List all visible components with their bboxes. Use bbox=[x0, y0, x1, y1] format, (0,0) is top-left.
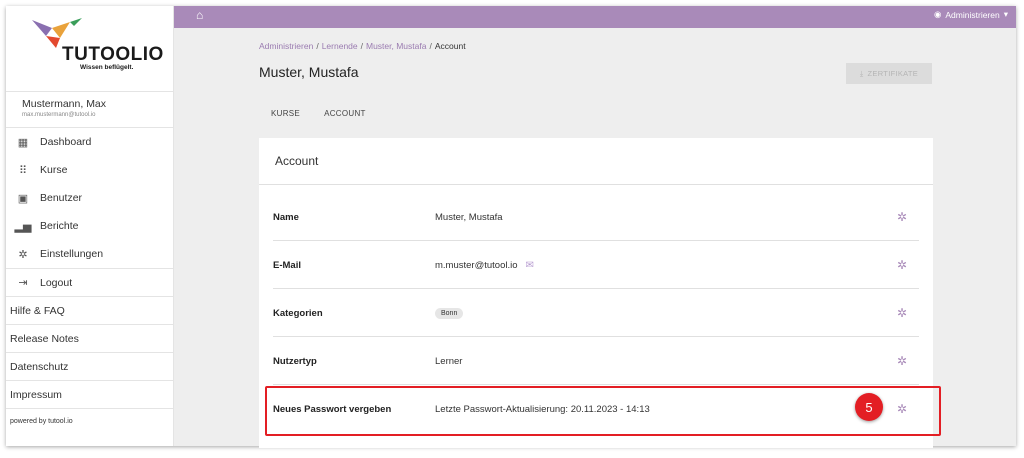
sidebar-item-kurse[interactable]: ⠿ Kurse bbox=[6, 156, 173, 184]
name-value: Muster, Mustafa bbox=[435, 211, 503, 223]
certificates-button[interactable]: ⤓ ZERTIFIKATE bbox=[846, 63, 932, 84]
row-label: E-Mail bbox=[273, 259, 301, 271]
row-label: Kategorien bbox=[273, 307, 323, 319]
powered-by[interactable]: powered by tutool.io bbox=[6, 408, 173, 434]
link-help-faq[interactable]: Hilfe & FAQ bbox=[6, 296, 173, 324]
tabs: KURSE ACCOUNT bbox=[259, 109, 378, 118]
tab-kurse[interactable]: KURSE bbox=[259, 109, 312, 118]
brand-name: TUTOOLIO bbox=[62, 44, 164, 65]
card-title: Account bbox=[259, 138, 933, 185]
gear-icon[interactable]: ✲ bbox=[897, 306, 907, 320]
role-switcher[interactable]: ◉ Administrieren ▾ bbox=[934, 9, 1008, 20]
gear-icon[interactable]: ✲ bbox=[897, 354, 907, 368]
user-email: max.mustermann@tutool.io bbox=[22, 112, 96, 118]
breadcrumb: Administrieren / Lernende / Muster, Mustafa /… bbox=[259, 41, 466, 51]
eye-icon: ◉ bbox=[933, 9, 942, 19]
bar-chart-icon: ▂▅ bbox=[14, 220, 32, 233]
user-info[interactable]: Mustermann, Max max.mustermann@tutool.io bbox=[6, 92, 173, 128]
logo[interactable]: TUTOOLIO Wissen beflügelt. bbox=[6, 6, 173, 92]
gear-icon: ✲ bbox=[18, 248, 28, 261]
row-value: Muster, Mustafa bbox=[435, 212, 503, 223]
sidebar-item-einstellungen[interactable]: ✲ Einstellungen bbox=[6, 240, 173, 268]
certificates-label: ZERTIFIKATE bbox=[867, 69, 919, 78]
sidebar-item-label: Berichte bbox=[40, 220, 79, 232]
row-nutzertyp: Nutzertyp Lerner ✲ bbox=[273, 338, 919, 385]
email-value: m.muster@tutool.io bbox=[435, 259, 518, 271]
link-release-notes[interactable]: Release Notes bbox=[6, 324, 173, 352]
page-title: Muster, Mustafa bbox=[259, 64, 359, 80]
envelope-icon[interactable]: ✉ bbox=[526, 260, 534, 271]
breadcrumb-item[interactable]: Muster, Mustafa bbox=[366, 41, 426, 51]
dashboard-icon: ▦ bbox=[17, 136, 29, 149]
sidebar-item-benutzer[interactable]: ▣ Benutzer bbox=[6, 184, 173, 212]
sidebar-item-logout[interactable]: ⇥ Logout bbox=[6, 268, 173, 296]
category-chip: Bonn bbox=[435, 307, 464, 319]
link-impressum[interactable]: Impressum bbox=[6, 380, 173, 408]
row-name: Name Muster, Mustafa ✲ bbox=[273, 194, 919, 241]
row-label: Nutzertyp bbox=[273, 355, 317, 367]
download-icon: ⤓ bbox=[859, 68, 864, 78]
gear-icon[interactable]: ✲ bbox=[897, 210, 907, 224]
tab-account[interactable]: ACCOUNT bbox=[312, 109, 378, 118]
brand-tagline: Wissen beflügelt. bbox=[80, 64, 134, 71]
row-kategorien: Kategorien Bonn ✲ bbox=[273, 290, 919, 337]
gear-icon[interactable]: ✲ bbox=[897, 258, 907, 272]
row-label: Name bbox=[273, 211, 299, 223]
sidebar-item-label: Kurse bbox=[40, 164, 68, 176]
user-icon: ▣ bbox=[17, 192, 29, 205]
row-value: Lerner bbox=[435, 356, 462, 367]
sidebar-item-label: Logout bbox=[40, 276, 73, 289]
sidebar-item-label: Benutzer bbox=[40, 192, 83, 204]
annotation-badge: 5 bbox=[855, 393, 883, 421]
caret-down-icon: ▾ bbox=[1003, 9, 1008, 19]
row-value: Bonn bbox=[435, 307, 464, 319]
usertype-value: Lerner bbox=[435, 355, 463, 367]
sidebar-item-berichte[interactable]: ▂▅ Berichte bbox=[6, 212, 173, 240]
row-email: E-Mail m.muster@tutool.io ✉ ✲ bbox=[273, 242, 919, 289]
user-name: Mustermann, Max bbox=[22, 98, 107, 110]
sidebar-item-label: Dashboard bbox=[40, 136, 92, 148]
grid-icon: ⠿ bbox=[18, 164, 28, 177]
link-datenschutz[interactable]: Datenschutz bbox=[6, 352, 173, 380]
highlight-box bbox=[265, 386, 941, 436]
logout-icon: ⇥ bbox=[18, 277, 28, 289]
role-label: Administrieren bbox=[945, 9, 1000, 20]
breadcrumb-item[interactable]: Administrieren bbox=[259, 41, 313, 51]
breadcrumb-item[interactable]: Lernende bbox=[322, 41, 358, 51]
sidebar-item-label: Einstellungen bbox=[40, 248, 104, 260]
top-bar: ⌂ ◉ Administrieren ▾ bbox=[174, 6, 1016, 28]
row-value: m.muster@tutool.io ✉ bbox=[435, 260, 534, 271]
sidebar: TUTOOLIO Wissen beflügelt. Mustermann, M… bbox=[6, 6, 174, 446]
breadcrumb-current: Account bbox=[434, 41, 466, 51]
sidebar-item-dashboard[interactable]: ▦ Dashboard bbox=[6, 128, 173, 156]
home-icon[interactable]: ⌂ bbox=[196, 8, 203, 22]
